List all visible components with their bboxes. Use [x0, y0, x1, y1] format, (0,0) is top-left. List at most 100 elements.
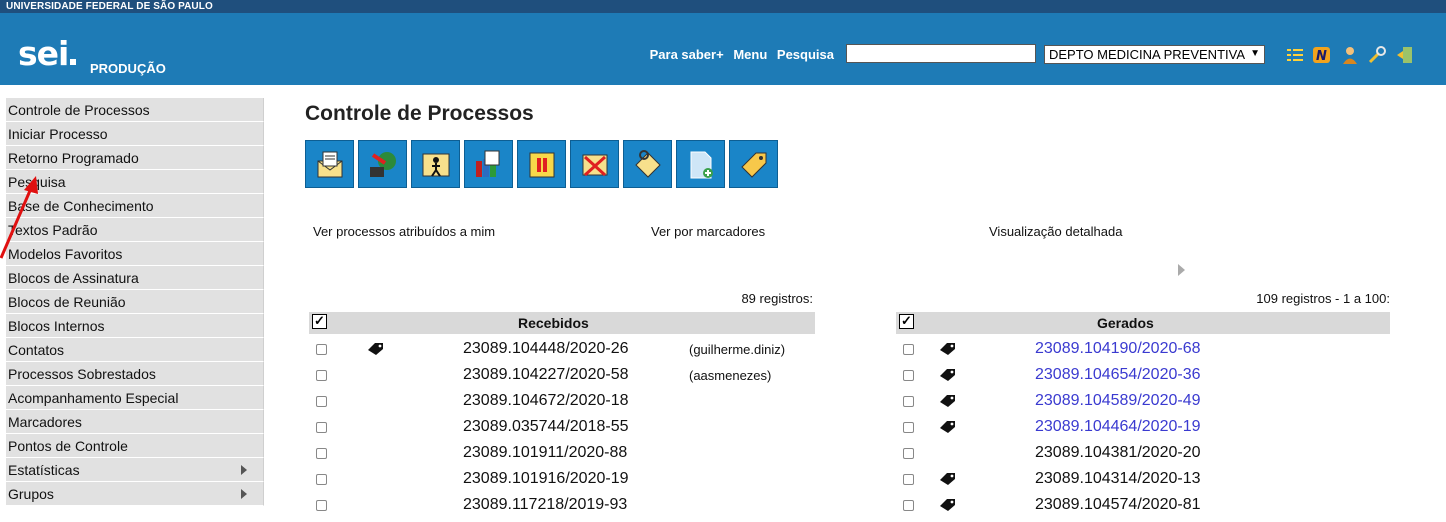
process-number-link[interactable]: 23089.104672/2020-18 [463, 392, 629, 410]
table-row: 23089.104464/2020-19 [896, 418, 1390, 444]
remove-sobrestamento-button[interactable] [570, 140, 619, 188]
table-row: 23089.104574/2020-81 [896, 496, 1390, 522]
generated-count: 109 registros - 1 a 100: [1256, 291, 1390, 306]
table-row: 23089.117218/2019-93 [309, 496, 815, 522]
sidebar-item-label: Blocos Internos [8, 318, 105, 334]
assign-process-button[interactable] [411, 140, 460, 188]
next-page-arrow-icon[interactable] [1178, 264, 1185, 276]
unit-select[interactable]: DEPTO MEDICINA PREVENTIVA ▼ [1044, 45, 1265, 64]
remove-sobrestamento-icon [582, 154, 608, 177]
process-number-link[interactable]: 23089.104654/2020-36 [1035, 366, 1201, 384]
sidebar-item[interactable]: Blocos de Assinatura [6, 266, 264, 290]
row-checkbox[interactable] [903, 422, 914, 433]
marker-tag-icon[interactable] [367, 342, 385, 356]
process-number-link[interactable]: 23089.104227/2020-58 [463, 366, 629, 384]
process-number-link[interactable]: 23089.104589/2020-49 [1035, 392, 1201, 410]
sidebar-item[interactable]: Contatos [6, 338, 264, 362]
sidebar-item[interactable]: Estatísticas [6, 458, 264, 482]
process-number-link[interactable]: 23089.101911/2020-88 [463, 444, 627, 462]
svg-text:N: N [1317, 49, 1328, 64]
sidebar-item[interactable]: Pontos de Controle [6, 434, 264, 458]
sidebar-item[interactable]: Blocos Internos [6, 314, 264, 338]
process-number-link[interactable]: 23089.117218/2019-93 [463, 496, 627, 514]
process-number-link[interactable]: 23089.104314/2020-13 [1035, 470, 1201, 488]
sidebar-item[interactable]: Blocos de Reunião [6, 290, 264, 314]
marker-tag-icon[interactable] [939, 394, 957, 408]
received-table-header: ✓ Recebidos [309, 312, 815, 334]
update-andamento-button[interactable] [358, 140, 407, 188]
table-row: 23089.101911/2020-88 [309, 444, 815, 470]
institution-strip: UNIVERSIDADE FEDERAL DE SÃO PAULO [0, 0, 1446, 13]
sidebar-item-label: Blocos de Assinatura [8, 270, 139, 286]
link-para-saber[interactable]: Para saber+ [650, 47, 724, 62]
send-process-button[interactable] [305, 140, 354, 188]
header-icons: N [1285, 45, 1418, 65]
select-all-received-checkbox[interactable]: ✓ [312, 314, 327, 329]
process-number-link[interactable]: 23089.104190/2020-68 [1035, 340, 1201, 358]
assigned-user[interactable]: (aasmenezes) [689, 368, 771, 383]
assigned-user[interactable]: (guilherme.diniz) [689, 342, 785, 357]
link-assigned-to-me[interactable]: Ver processos atribuídos a mim [313, 224, 495, 239]
sidebar-item-label: Pontos de Controle [8, 438, 128, 454]
row-checkbox[interactable] [903, 344, 914, 355]
marker-tag-icon[interactable] [939, 342, 957, 356]
marker-tag-icon[interactable] [939, 472, 957, 486]
user-icon[interactable] [1340, 45, 1360, 65]
sidebar-item-label: Contatos [8, 342, 65, 358]
sobrestar-button[interactable] [464, 140, 513, 188]
row-checkbox[interactable] [316, 344, 327, 355]
sidebar-item[interactable]: Processos Sobrestados [6, 362, 264, 386]
assign-process-icon [422, 153, 450, 177]
conclude-button[interactable] [517, 140, 566, 188]
process-number-link[interactable]: 23089.104574/2020-81 [1035, 496, 1201, 514]
exit-icon[interactable] [1395, 45, 1415, 65]
row-checkbox[interactable] [316, 422, 327, 433]
sidebar-item[interactable]: Grupos [6, 482, 264, 506]
row-checkbox[interactable] [903, 396, 914, 407]
row-checkbox[interactable] [316, 396, 327, 407]
include-document-button[interactable] [676, 140, 725, 188]
row-checkbox[interactable] [903, 448, 914, 459]
marker-tag-icon[interactable] [939, 368, 957, 382]
link-by-markers[interactable]: Ver por marcadores [651, 224, 765, 239]
header-links: Para saber+ Menu Pesquisa [644, 47, 834, 62]
wrench-icon[interactable] [1367, 45, 1387, 65]
row-checkbox[interactable] [316, 500, 327, 511]
sidebar-item[interactable]: Marcadores [6, 410, 264, 434]
row-checkbox[interactable] [903, 474, 914, 485]
table-row: 23089.104314/2020-13 [896, 470, 1390, 496]
process-number-link[interactable]: 23089.101916/2020-19 [463, 470, 629, 488]
table-row: 23089.104381/2020-20 [896, 444, 1390, 470]
sidebar-item-label: Grupos [8, 486, 54, 502]
sidebar-item-label: Acompanhamento Especial [8, 390, 179, 406]
received-column-header: Recebidos [518, 315, 589, 331]
annotation-icon [635, 150, 661, 178]
submenu-arrow-icon [241, 489, 247, 499]
process-number-link[interactable]: 23089.104381/2020-20 [1035, 444, 1201, 462]
row-checkbox[interactable] [903, 500, 914, 511]
marker-tag-icon[interactable] [939, 420, 957, 434]
process-number-link[interactable]: 23089.104448/2020-26 [463, 340, 629, 358]
list-icon[interactable] [1285, 45, 1305, 65]
table-row: 23089.104227/2020-58 (aasmenezes) [309, 366, 815, 392]
row-checkbox[interactable] [316, 474, 327, 485]
row-checkbox[interactable] [903, 370, 914, 381]
marker-button[interactable] [729, 140, 778, 188]
sidebar-item[interactable]: Acompanhamento Especial [6, 386, 264, 410]
table-row: 23089.104448/2020-26 (guilherme.diniz) [309, 340, 815, 366]
row-checkbox[interactable] [316, 448, 327, 459]
row-checkbox[interactable] [316, 370, 327, 381]
update-andamento-icon [370, 152, 396, 177]
marker-tag-icon[interactable] [939, 498, 957, 512]
n-badge-icon[interactable]: N [1312, 45, 1332, 65]
link-menu[interactable]: Menu [733, 47, 767, 62]
annotation-button[interactable] [623, 140, 672, 188]
select-all-generated-checkbox[interactable]: ✓ [899, 314, 914, 329]
process-number-link[interactable]: 23089.104464/2020-19 [1035, 418, 1201, 436]
process-number-link[interactable]: 23089.035744/2018-55 [463, 418, 629, 436]
search-input[interactable] [846, 44, 1036, 63]
link-pesquisa[interactable]: Pesquisa [777, 47, 834, 62]
sidebar-item-label: Estatísticas [8, 462, 80, 478]
link-detailed-view[interactable]: Visualização detalhada [989, 224, 1122, 239]
marker-icon [741, 152, 767, 178]
